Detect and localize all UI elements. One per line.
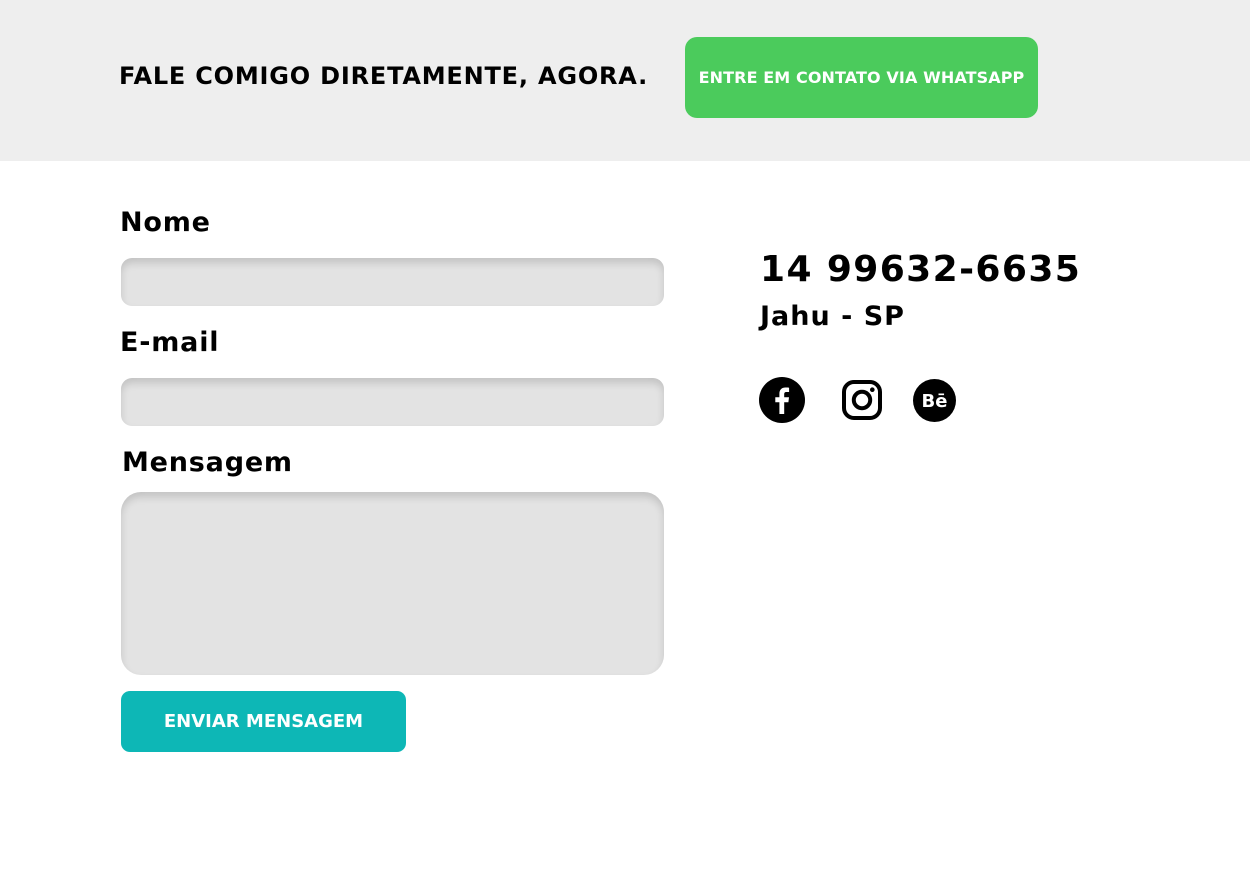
name-input[interactable] <box>121 258 664 306</box>
instagram-icon[interactable] <box>841 379 883 421</box>
message-textarea[interactable] <box>121 492 664 675</box>
behance-icon[interactable]: Bē <box>913 379 956 422</box>
email-input[interactable] <box>121 378 664 426</box>
location-text: Jahu - SP <box>760 301 905 332</box>
send-message-button[interactable]: ENVIAR MENSAGEM <box>121 691 406 752</box>
banner-title: FALE COMIGO DIRETAMENTE, AGORA. <box>119 62 649 90</box>
behance-glyph: Bē <box>922 391 948 412</box>
whatsapp-contact-button[interactable]: ENTRE EM CONTATO VIA WHATSAPP <box>685 37 1038 118</box>
email-label: E-mail <box>120 327 220 358</box>
name-label: Nome <box>120 207 211 238</box>
phone-number: 14 99632-6635 <box>760 249 1082 290</box>
facebook-icon[interactable] <box>759 377 805 423</box>
message-label: Mensagem <box>122 447 293 478</box>
contact-banner: FALE COMIGO DIRETAMENTE, AGORA. ENTRE EM… <box>0 0 1250 161</box>
